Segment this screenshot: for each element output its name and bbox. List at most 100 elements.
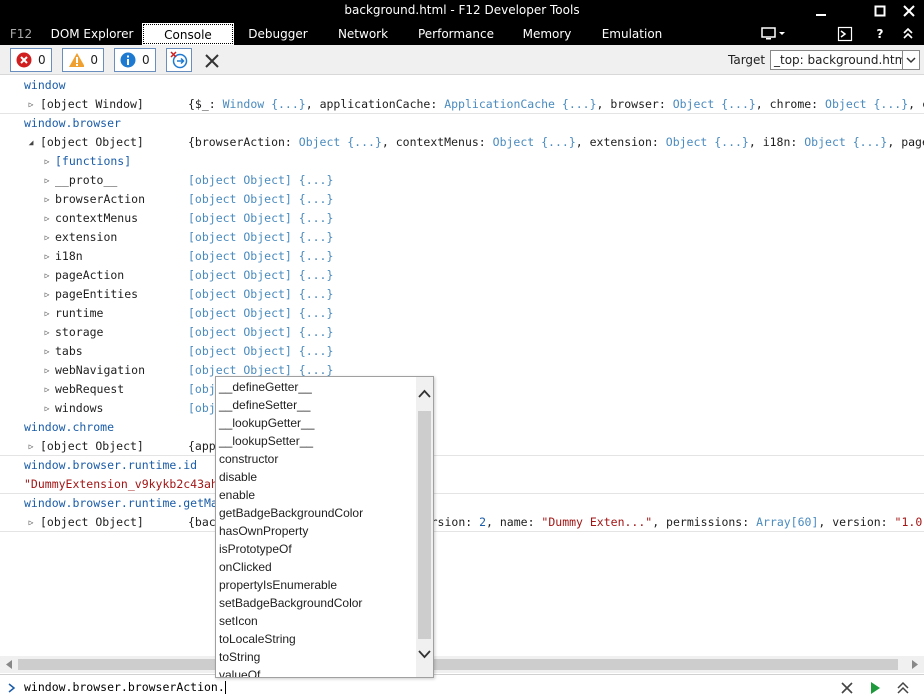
expand-arrow-icon[interactable]: ▷ bbox=[42, 361, 52, 380]
property-row[interactable]: ▷ browserAction [object Object] {...} bbox=[0, 190, 924, 209]
autocomplete-item[interactable]: isPrototypeOf bbox=[219, 540, 292, 558]
errors-filter-button[interactable]: 0 bbox=[10, 48, 52, 72]
expand-arrow-icon[interactable]: ▷ bbox=[42, 285, 52, 304]
scrollbar-thumb[interactable] bbox=[18, 659, 898, 670]
console-toolbar: 0 0 0 Target _top: background.html bbox=[0, 45, 924, 75]
clear-on-navigate-button[interactable] bbox=[166, 48, 192, 72]
command-text: window bbox=[24, 78, 66, 92]
console-result-row[interactable]: ▷ [object Object] {bac ersion: 2, name: "… bbox=[0, 513, 924, 532]
maximize-icon bbox=[874, 5, 886, 17]
tab-console[interactable]: Console bbox=[142, 23, 234, 45]
expand-arrow-icon[interactable]: ▷ bbox=[42, 399, 52, 418]
autocomplete-scrollbar[interactable] bbox=[416, 377, 433, 677]
property-name: runtime bbox=[55, 306, 104, 320]
autocomplete-item[interactable]: setBadgeBackgroundColor bbox=[219, 594, 362, 612]
property-row[interactable]: ▷ __proto__ [object Object] {...} bbox=[0, 171, 924, 190]
tab-f12[interactable]: F12 bbox=[8, 24, 34, 44]
autocomplete-item[interactable]: enable bbox=[219, 486, 255, 504]
collapse-arrow-icon[interactable]: ◢ bbox=[26, 133, 36, 152]
close-icon bbox=[903, 5, 915, 17]
expand-arrow-icon[interactable]: ▷ bbox=[42, 152, 52, 171]
expand-arrow-icon[interactable]: ▷ bbox=[42, 304, 52, 323]
property-row[interactable]: ▷ contextMenus [object Object] {...} bbox=[0, 209, 924, 228]
tab-emulation[interactable]: Emulation bbox=[600, 24, 664, 44]
console-result-row[interactable]: ◢ [object Object] {browserAction: Object… bbox=[0, 133, 924, 152]
expand-arrow-icon[interactable]: ▷ bbox=[42, 228, 52, 247]
expand-arrow-icon[interactable]: ▷ bbox=[42, 190, 52, 209]
expand-arrow-icon[interactable]: ▷ bbox=[42, 247, 52, 266]
property-row[interactable]: ▷ webRequest [obj bbox=[0, 380, 924, 399]
autocomplete-item[interactable]: __lookupGetter__ bbox=[219, 414, 314, 432]
autocomplete-item[interactable]: toString bbox=[219, 648, 260, 666]
expand-arrow-icon[interactable]: ▷ bbox=[42, 209, 52, 228]
property-row[interactable]: ▷ tabs [object Object] {...} bbox=[0, 342, 924, 361]
property-row[interactable]: ▷ [functions] bbox=[0, 152, 924, 171]
scroll-right-icon[interactable] bbox=[910, 659, 920, 670]
autocomplete-item[interactable]: getBadgeBackgroundColor bbox=[219, 504, 363, 522]
multiline-toggle-button[interactable] bbox=[896, 681, 910, 695]
autocomplete-item[interactable]: hasOwnProperty bbox=[219, 522, 308, 540]
autocomplete-item[interactable]: propertyIsEnumerable bbox=[219, 576, 337, 594]
clear-console-button[interactable] bbox=[203, 52, 221, 70]
command-text: window.browser bbox=[24, 116, 121, 130]
command-text: window.browser.runtime.getMan bbox=[24, 496, 225, 510]
command-text: window.browser.runtime.id bbox=[24, 458, 198, 472]
pin-button[interactable] bbox=[898, 24, 918, 44]
tab-debugger[interactable]: Debugger bbox=[246, 24, 310, 44]
autocomplete-item[interactable]: __lookupSetter__ bbox=[219, 432, 313, 450]
minimize-button[interactable] bbox=[806, 0, 836, 22]
property-value: [object Object] {...} bbox=[188, 192, 334, 206]
close-window-button[interactable] bbox=[894, 0, 924, 22]
target-select[interactable]: _top: background.html bbox=[770, 50, 920, 70]
property-row[interactable]: ▷ i18n [object Object] {...} bbox=[0, 247, 924, 266]
expand-arrow-icon[interactable]: ▷ bbox=[26, 437, 36, 456]
autocomplete-item[interactable]: toLocaleString bbox=[219, 630, 296, 648]
autocomplete-item[interactable]: disable bbox=[219, 468, 257, 486]
tab-performance[interactable]: Performance bbox=[416, 24, 496, 44]
tab-memory[interactable]: Memory bbox=[519, 24, 575, 44]
property-row[interactable]: ▷ storage [object Object] {...} bbox=[0, 323, 924, 342]
tab-network[interactable]: Network bbox=[334, 24, 392, 44]
scroll-down-icon[interactable] bbox=[418, 649, 431, 659]
autocomplete-item[interactable]: __defineGetter__ bbox=[219, 378, 312, 396]
console-result-row[interactable]: ▷ [object Window] {$_: Window {...}, app… bbox=[0, 95, 924, 114]
messages-filter-button[interactable]: 0 bbox=[114, 48, 156, 72]
property-name: contextMenus bbox=[55, 211, 139, 225]
autocomplete-item[interactable]: __defineSetter__ bbox=[219, 396, 310, 414]
expand-arrow-icon[interactable]: ▷ bbox=[42, 171, 52, 190]
clear-input-button[interactable] bbox=[840, 681, 854, 695]
console-command: window.browser.runtime.id bbox=[0, 456, 924, 475]
property-row[interactable]: ▷ windows [obj bbox=[0, 399, 924, 418]
help-button[interactable]: ? bbox=[870, 24, 890, 44]
horizontal-scrollbar[interactable] bbox=[0, 656, 924, 673]
property-row[interactable]: ▷ pageEntities [object Object] {...} bbox=[0, 285, 924, 304]
console-toggle-button[interactable] bbox=[834, 24, 856, 44]
warnings-filter-button[interactable]: 0 bbox=[62, 48, 104, 72]
property-value: [object Object] {...} bbox=[188, 306, 334, 320]
expand-arrow-icon[interactable]: ▷ bbox=[42, 342, 52, 361]
expand-arrow-icon[interactable]: ▷ bbox=[42, 380, 52, 399]
property-row[interactable]: ▷ pageAction [object Object] {...} bbox=[0, 266, 924, 285]
expand-arrow-icon[interactable]: ▷ bbox=[42, 323, 52, 342]
autocomplete-item[interactable]: constructor bbox=[219, 450, 278, 468]
tool-tab-bar: F12 DOM Explorer Console Debugger Networ… bbox=[0, 22, 924, 45]
autocomplete-item[interactable]: setIcon bbox=[219, 612, 258, 630]
expand-arrow-icon[interactable]: ▷ bbox=[42, 266, 52, 285]
expand-arrow-icon[interactable]: ▷ bbox=[26, 513, 36, 532]
scroll-up-icon[interactable] bbox=[418, 389, 431, 399]
dock-button[interactable] bbox=[758, 24, 788, 44]
autocomplete-item[interactable]: onClicked bbox=[219, 558, 272, 576]
property-row[interactable]: ▷ runtime [object Object] {...} bbox=[0, 304, 924, 323]
console-input[interactable]: window.browser.browserAction. bbox=[24, 680, 226, 694]
console-result-row[interactable]: ▷ [object Object] {app bbox=[0, 437, 924, 456]
tab-dom-explorer[interactable]: DOM Explorer bbox=[48, 24, 136, 44]
expand-arrow-icon[interactable]: ▷ bbox=[26, 95, 36, 114]
property-row[interactable]: ▷ extension [object Object] {...} bbox=[0, 228, 924, 247]
scroll-left-icon[interactable] bbox=[4, 659, 14, 670]
autocomplete-item[interactable]: valueOf bbox=[219, 666, 260, 677]
maximize-button[interactable] bbox=[865, 0, 895, 22]
autocomplete-popup: __defineGetter__ __defineSetter__ __lookup… bbox=[215, 376, 434, 678]
property-row[interactable]: ▷ webNavigation [object Object] {...} bbox=[0, 361, 924, 380]
scrollbar-thumb[interactable] bbox=[418, 411, 431, 639]
run-button[interactable] bbox=[868, 681, 882, 695]
